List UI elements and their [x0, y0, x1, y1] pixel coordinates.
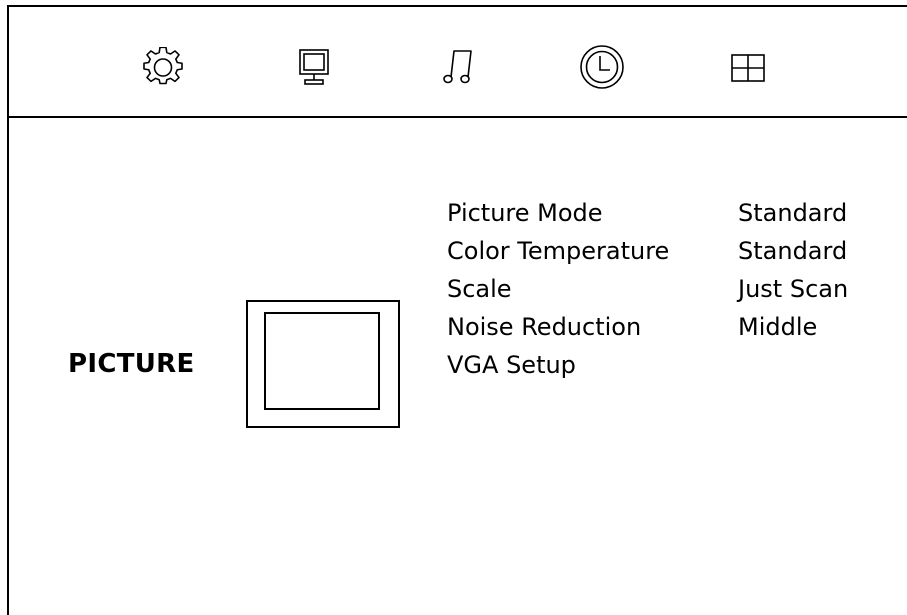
picture-settings-menu: Picture Mode Standard Color Temperature … — [447, 194, 907, 384]
picture-frame-inner — [264, 312, 380, 410]
menu-item-value: Standard — [738, 237, 848, 265]
menu-item-label: Scale — [447, 275, 512, 303]
music-note-icon — [443, 50, 472, 84]
gear-icon — [143, 47, 183, 85]
header-divider — [7, 116, 907, 118]
menu-item-scale[interactable]: Scale Just Scan — [447, 270, 907, 308]
menu-item-label: VGA Setup — [447, 351, 576, 379]
menu-tab-bar — [7, 5, 907, 118]
menu-item-color-temperature[interactable]: Color Temperature Standard — [447, 232, 907, 270]
menu-item-noise-reduction[interactable]: Noise Reduction Middle — [447, 308, 907, 346]
tab-picture[interactable] — [290, 43, 338, 91]
menu-item-value: Middle — [738, 313, 818, 341]
grid-icon — [731, 54, 765, 82]
menu-item-vga-setup[interactable]: VGA Setup — [447, 346, 907, 384]
picture-frame-icon — [246, 300, 400, 428]
tab-time[interactable] — [578, 43, 626, 91]
tab-option[interactable] — [724, 43, 772, 91]
menu-item-label: Picture Mode — [447, 199, 603, 227]
menu-item-label: Color Temperature — [447, 237, 670, 265]
tab-sound[interactable] — [436, 43, 484, 91]
tab-setup[interactable] — [139, 43, 187, 91]
clock-icon — [580, 45, 624, 89]
menu-item-value: Standard — [738, 199, 848, 227]
section-title: PICTURE — [68, 349, 195, 379]
menu-item-value: Just Scan — [738, 275, 849, 303]
monitor-icon — [299, 49, 329, 85]
menu-item-label: Noise Reduction — [447, 313, 642, 341]
menu-item-picture-mode[interactable]: Picture Mode Standard — [447, 194, 907, 232]
